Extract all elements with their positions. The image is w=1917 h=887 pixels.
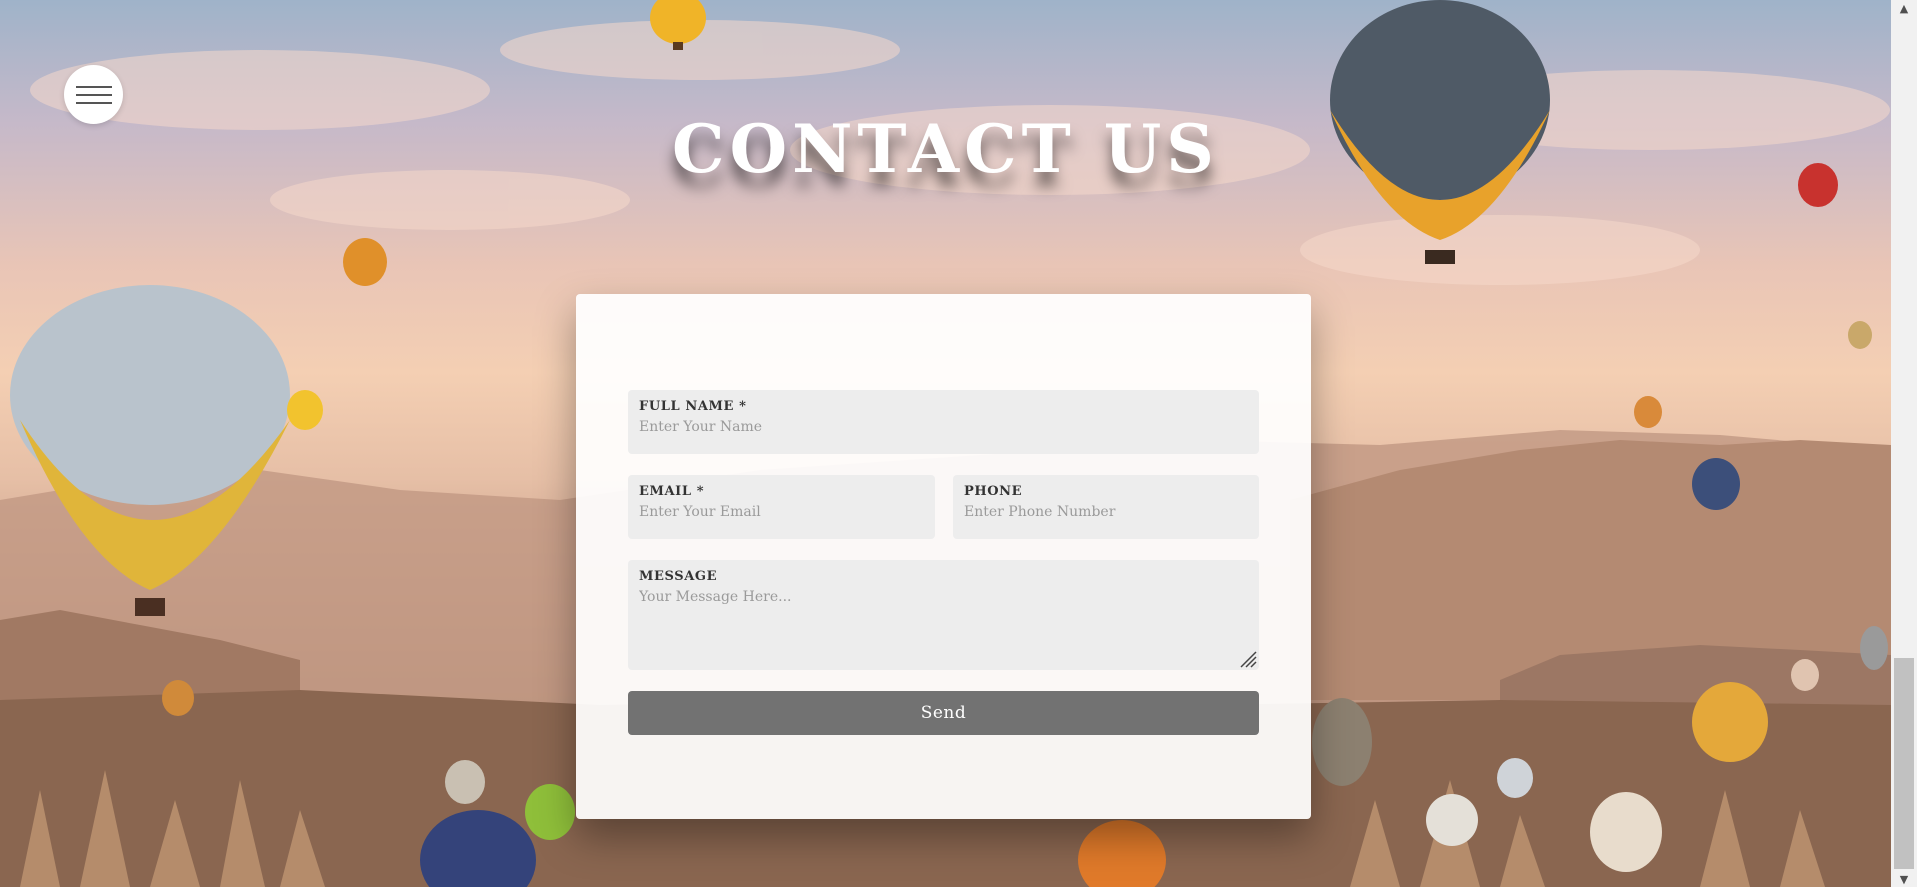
full-name-input[interactable] xyxy=(639,419,1248,435)
vertical-scrollbar[interactable]: ▲ ▼ xyxy=(1891,0,1917,887)
phone-field[interactable]: PHONE xyxy=(953,475,1259,539)
message-field[interactable]: MESSAGE xyxy=(628,560,1259,670)
message-textarea[interactable] xyxy=(639,589,1248,649)
scrollbar-thumb[interactable] xyxy=(1894,658,1914,869)
message-label: MESSAGE xyxy=(639,569,718,584)
chevron-down-icon[interactable]: ▼ xyxy=(1891,871,1917,887)
contact-form-card: FULL NAME * EMAIL * PHONE MESSAGE Send xyxy=(576,294,1311,819)
resize-grip-icon[interactable] xyxy=(1237,648,1257,668)
balloon-blue-right xyxy=(1692,458,1740,510)
balloon-small-left-mid xyxy=(343,238,387,286)
balloon-yellow-left xyxy=(287,390,323,430)
phone-label: PHONE xyxy=(964,484,1023,499)
email-field[interactable]: EMAIL * xyxy=(628,475,935,539)
send-button[interactable]: Send xyxy=(628,691,1259,735)
hamburger-line xyxy=(75,85,112,88)
viewport: CONTACT US FULL NAME * EMAIL * PHONE MES… xyxy=(0,0,1917,887)
hamburger-line xyxy=(75,93,112,96)
full-name-field[interactable]: FULL NAME * xyxy=(628,390,1259,454)
chevron-up-icon[interactable]: ▲ xyxy=(1891,0,1917,16)
email-label: EMAIL * xyxy=(639,484,705,499)
full-name-label: FULL NAME * xyxy=(639,399,747,414)
page-title: CONTACT US xyxy=(672,110,1219,188)
email-input[interactable] xyxy=(639,504,924,520)
phone-input[interactable] xyxy=(964,504,1248,520)
hamburger-line xyxy=(75,101,112,104)
